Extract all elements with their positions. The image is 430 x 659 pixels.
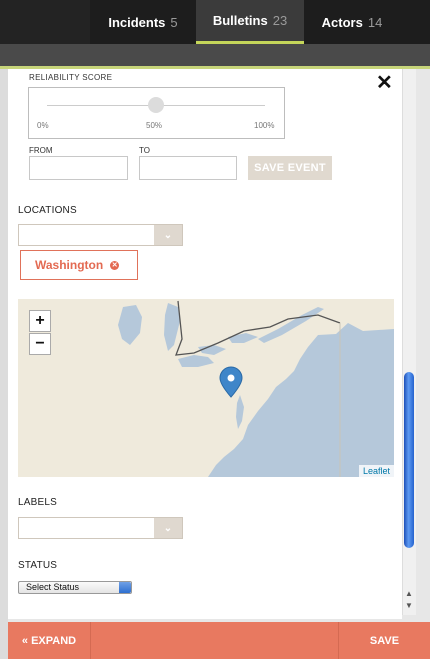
- from-date-input[interactable]: [29, 156, 128, 180]
- location-chip-washington[interactable]: Washington ✕: [20, 250, 138, 280]
- reliability-title: RELIABILITY SCORE: [29, 73, 113, 82]
- tab-count: 14: [367, 14, 383, 30]
- header-band: [0, 44, 430, 66]
- tick-label: 0%: [37, 121, 49, 130]
- zoom-in-button[interactable]: +: [29, 310, 51, 332]
- scroll-down-icon[interactable]: ▼: [405, 601, 413, 610]
- map-tiles: [18, 299, 394, 477]
- scrollbar-thumb[interactable]: [404, 372, 414, 548]
- tab-label: Bulletins: [212, 13, 268, 28]
- to-label: TO: [139, 146, 150, 155]
- chevron-down-icon[interactable]: ⌄: [154, 225, 182, 245]
- tab-bulletins[interactable]: Bulletins 23: [196, 0, 304, 44]
- expand-button[interactable]: « EXPAND: [8, 622, 91, 659]
- footer-bar: « EXPAND SAVE: [8, 622, 430, 659]
- labels-label: LABELS: [18, 497, 58, 508]
- bulletin-edit-panel: ✕ RELIABILITY SCORE 0% 50% 100% FROM TO …: [8, 69, 402, 619]
- reliability-slider-thumb[interactable]: [148, 97, 164, 113]
- from-label: FROM: [29, 146, 53, 155]
- status-label: STATUS: [18, 560, 58, 571]
- location-map[interactable]: + − Leaflet: [18, 299, 394, 477]
- to-date-input[interactable]: [139, 156, 237, 180]
- tab-actors[interactable]: Actors 14: [304, 0, 400, 44]
- nav-left-spacer: [0, 0, 90, 44]
- tab-count: 5: [170, 14, 178, 30]
- chip-label: Washington: [35, 258, 104, 272]
- tab-count: 23: [272, 13, 288, 28]
- scroll-up-icon[interactable]: ▲: [405, 589, 413, 598]
- tab-label: Incidents: [108, 14, 166, 30]
- map-attribution-link[interactable]: Leaflet: [358, 465, 394, 477]
- save-button[interactable]: SAVE: [338, 622, 430, 659]
- close-icon[interactable]: ✕: [376, 73, 393, 93]
- locations-select[interactable]: ⌄: [18, 224, 183, 246]
- save-event-button[interactable]: SAVE EVENT: [248, 156, 332, 180]
- tick-label: 50%: [146, 121, 163, 130]
- remove-chip-icon[interactable]: ✕: [110, 260, 120, 270]
- top-nav: Incidents 5 Bulletins 23 Actors 14: [0, 0, 430, 44]
- select-arrows-icon: [119, 582, 131, 593]
- labels-select[interactable]: ⌄: [18, 517, 183, 539]
- status-select-value: Select Status: [26, 582, 80, 592]
- tab-incidents[interactable]: Incidents 5: [90, 0, 196, 44]
- left-gutter: [0, 69, 8, 659]
- zoom-out-button[interactable]: −: [29, 333, 51, 355]
- locations-label: LOCATIONS: [18, 205, 77, 216]
- tick-label: 100%: [254, 121, 275, 130]
- reliability-score-box: RELIABILITY SCORE 0% 50% 100%: [28, 73, 285, 139]
- chevron-down-icon[interactable]: ⌄: [154, 518, 182, 538]
- status-select[interactable]: Select Status: [18, 581, 132, 594]
- tab-label: Actors: [321, 14, 363, 30]
